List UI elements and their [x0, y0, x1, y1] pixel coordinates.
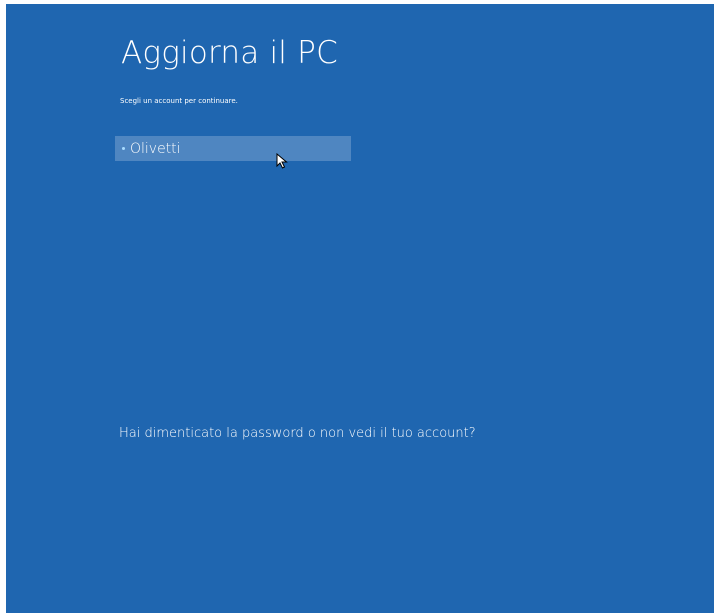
forgot-password-link[interactable]: Hai dimenticato la password o non vedi i…: [119, 426, 476, 441]
mouse-pointer-icon: [276, 153, 288, 169]
recovery-screen: Aggiorna il PC Scegli un account per con…: [6, 4, 714, 613]
bullet-icon: [122, 147, 125, 150]
account-item-olivetti[interactable]: Olivetti: [115, 136, 351, 161]
page-title: Aggiorna il PC: [121, 35, 338, 71]
page-subtitle: Scegli un account per continuare.: [120, 97, 238, 105]
account-label: Olivetti: [130, 140, 181, 157]
